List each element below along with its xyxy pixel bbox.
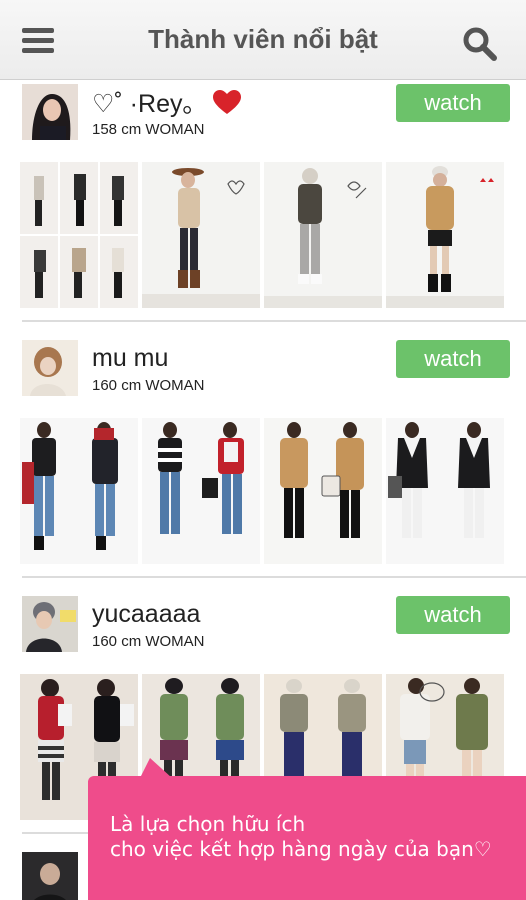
avatar[interactable] xyxy=(22,340,78,396)
member-height: 160 cm WOMAN xyxy=(92,377,205,394)
member-name[interactable]: yucaaaaa xyxy=(92,600,200,629)
search-icon[interactable] xyxy=(462,26,498,62)
promo-banner: Là lựa chọn hữu ích cho việc kết hợp hàn… xyxy=(88,776,526,900)
member-height: 158 cm WOMAN xyxy=(92,121,205,138)
red-heart-icon xyxy=(212,90,241,114)
outfit-photo[interactable] xyxy=(264,162,382,308)
divider xyxy=(22,576,526,578)
promo-line-2: cho việc kết hợp hàng ngày của bạn♡ xyxy=(110,837,492,861)
page-title: Thành viên nổi bật xyxy=(148,24,378,54)
watch-button[interactable]: watch xyxy=(396,84,510,122)
outfit-photo-row xyxy=(20,418,506,564)
outfit-photo[interactable] xyxy=(142,418,260,564)
avatar[interactable] xyxy=(22,596,78,652)
outfit-photo-row xyxy=(20,162,506,308)
outfit-photo[interactable] xyxy=(386,418,504,564)
member-name[interactable]: mu mu xyxy=(92,344,168,373)
outfit-photo[interactable] xyxy=(264,418,382,564)
member-name[interactable]: ♡˚ ·Rey｡ xyxy=(92,84,242,120)
outfit-photo[interactable] xyxy=(386,162,504,308)
watch-button[interactable]: watch xyxy=(396,596,510,634)
promo-bubble-tail xyxy=(140,758,172,778)
promo-text: Là lựa chọn hữu ích cho việc kết hợp hàn… xyxy=(110,812,520,862)
member-height: 160 cm WOMAN xyxy=(92,633,205,650)
top-bar: Thành viên nổi bật xyxy=(0,0,526,80)
outfit-photo[interactable] xyxy=(142,162,260,308)
outfit-collage-photo[interactable] xyxy=(20,162,138,308)
outfit-photo[interactable] xyxy=(20,418,138,564)
avatar[interactable] xyxy=(22,84,78,140)
avatar[interactable] xyxy=(22,852,78,900)
watch-button[interactable]: watch xyxy=(396,340,510,378)
divider xyxy=(22,320,526,322)
promo-line-1: Là lựa chọn hữu ích xyxy=(110,812,306,836)
